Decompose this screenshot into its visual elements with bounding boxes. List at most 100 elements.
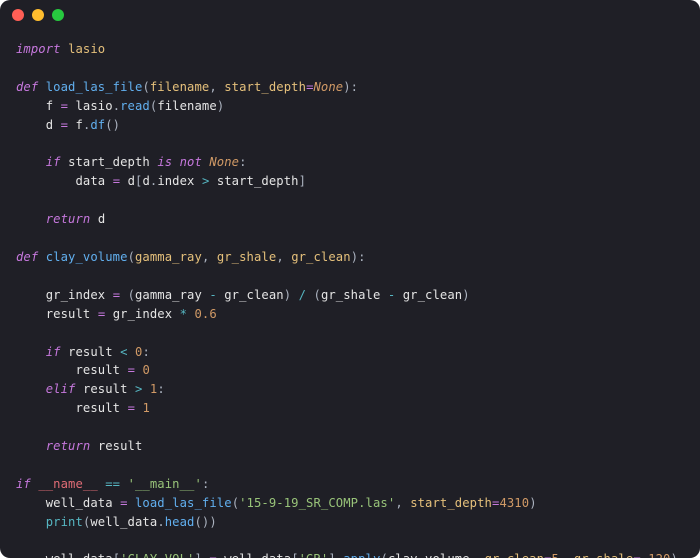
code-line: f = lasio.read(filename) bbox=[16, 97, 684, 116]
code-token: f bbox=[76, 118, 83, 132]
code-token: gamma_ray bbox=[135, 250, 202, 264]
code-line: gr_index = (gamma_ray - gr_clean) / (gr_… bbox=[16, 286, 684, 305]
code-line: def clay_volume(gamma_ray, gr_shale, gr_… bbox=[16, 248, 684, 267]
code-token: / bbox=[299, 288, 314, 302]
code-token: = bbox=[120, 496, 135, 510]
code-token: d bbox=[98, 212, 105, 226]
code-token: is not bbox=[157, 155, 209, 169]
code-token: : bbox=[142, 345, 149, 359]
code-token: [ bbox=[291, 552, 298, 558]
code-token: ) bbox=[462, 288, 469, 302]
code-token: [ bbox=[113, 552, 120, 558]
code-token: data bbox=[16, 174, 113, 188]
code-token: . bbox=[157, 515, 164, 529]
minimize-icon[interactable] bbox=[32, 9, 44, 21]
code-token: ) bbox=[284, 288, 299, 302]
code-token: result bbox=[68, 345, 120, 359]
code-token: d bbox=[16, 118, 61, 132]
code-line bbox=[16, 532, 684, 551]
code-token: 0 bbox=[142, 363, 149, 377]
code-token: def bbox=[16, 80, 46, 94]
code-token: gr_clean bbox=[485, 552, 545, 558]
code-line: well_data = load_las_file('15-9-19_SR_CO… bbox=[16, 494, 684, 513]
code-line bbox=[16, 135, 684, 154]
code-token: result bbox=[16, 363, 128, 377]
code-token: start_depth bbox=[410, 496, 492, 510]
code-line bbox=[16, 418, 684, 437]
code-token: ] bbox=[195, 552, 210, 558]
code-token: = bbox=[209, 552, 224, 558]
code-token: 4310 bbox=[499, 496, 529, 510]
code-line: elif result > 1: bbox=[16, 380, 684, 399]
code-token: = bbox=[544, 552, 551, 558]
code-token: 'CLAY_VOL' bbox=[120, 552, 194, 558]
code-token: apply bbox=[343, 552, 380, 558]
code-token: , bbox=[209, 80, 224, 94]
code-token: None bbox=[209, 155, 239, 169]
code-token: , bbox=[470, 552, 485, 558]
code-token: : bbox=[202, 477, 209, 491]
code-token: result bbox=[16, 401, 128, 415]
code-token: lasio bbox=[68, 42, 105, 56]
code-token: clay_volume bbox=[388, 552, 470, 558]
code-line: well_data['CLAY_VOL'] = well_data['GR'].… bbox=[16, 550, 684, 558]
code-token: ( bbox=[128, 288, 135, 302]
code-line: result = 1 bbox=[16, 399, 684, 418]
code-token: gr_clean bbox=[224, 288, 284, 302]
code-token: ) bbox=[529, 496, 536, 510]
code-token: start_depth bbox=[217, 174, 299, 188]
code-line: return d bbox=[16, 210, 684, 229]
close-icon[interactable] bbox=[12, 9, 24, 21]
code-token: > bbox=[135, 382, 150, 396]
code-token: ] bbox=[299, 174, 306, 188]
code-token: return bbox=[16, 212, 98, 226]
code-token: load_las_file bbox=[46, 80, 143, 94]
code-token: well_data bbox=[90, 515, 157, 529]
code-token: = bbox=[306, 80, 313, 94]
code-area[interactable]: import lasio def load_las_file ( filename,… bbox=[0, 30, 700, 558]
code-token: import bbox=[16, 42, 68, 56]
code-token: * bbox=[180, 307, 195, 321]
code-token: ( bbox=[232, 496, 239, 510]
code-token: = bbox=[113, 288, 128, 302]
code-token: df bbox=[90, 118, 105, 132]
code-token: if bbox=[16, 477, 38, 491]
code-token: f bbox=[16, 99, 61, 113]
code-line bbox=[16, 324, 684, 343]
code-token: - bbox=[388, 288, 403, 302]
code-token: ) bbox=[217, 99, 224, 113]
code-token: = bbox=[633, 552, 648, 558]
code-token: return bbox=[16, 439, 98, 453]
code-token: - bbox=[209, 288, 224, 302]
code-token: read bbox=[120, 99, 150, 113]
code-token: = bbox=[61, 118, 76, 132]
maximize-icon[interactable] bbox=[52, 9, 64, 21]
code-token: 0.6 bbox=[195, 307, 217, 321]
code-line: result = gr_index * 0.6 bbox=[16, 305, 684, 324]
code-token: well_data bbox=[16, 496, 120, 510]
code-token: gr_clean bbox=[403, 288, 463, 302]
code-token: result bbox=[83, 382, 135, 396]
code-token: ( bbox=[314, 288, 321, 302]
code-token: start_depth bbox=[68, 155, 157, 169]
code-line: data = d[d.index > start_depth] bbox=[16, 172, 684, 191]
code-token: d bbox=[142, 174, 149, 188]
code-token: ( bbox=[380, 552, 387, 558]
code-token: clay_volume bbox=[46, 250, 128, 264]
code-line: d = f.df() bbox=[16, 116, 684, 135]
code-token: if bbox=[16, 345, 68, 359]
code-line bbox=[16, 267, 684, 286]
code-token: head bbox=[165, 515, 195, 529]
code-token: None bbox=[314, 80, 344, 94]
code-token: '__main__' bbox=[128, 477, 202, 491]
code-token: filename bbox=[157, 99, 217, 113]
code-token: gr_shale bbox=[217, 250, 277, 264]
code-token: filename bbox=[150, 80, 210, 94]
code-token: result bbox=[98, 439, 143, 453]
code-token: 120 bbox=[648, 552, 670, 558]
code-token: 5 bbox=[552, 552, 559, 558]
code-token: . bbox=[113, 99, 120, 113]
code-token: gr_clean bbox=[291, 250, 351, 264]
code-line: if start_depth is not None: bbox=[16, 153, 684, 172]
code-token bbox=[16, 515, 46, 529]
